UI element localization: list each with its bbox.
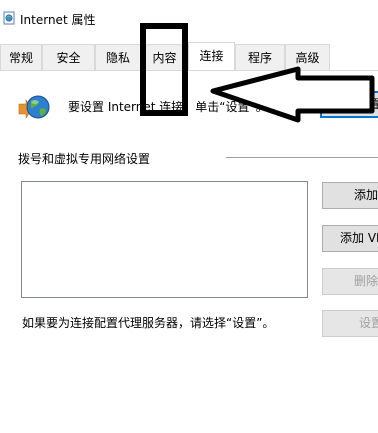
tab-general[interactable]: 常规 [0,44,42,70]
setup-instruction: 要设置 Internet 连接，单击“设置”。 [68,100,268,114]
add-button[interactable]: 添加 [322,182,378,209]
add-vpn-button[interactable]: 添加 VPN [322,225,378,252]
connections-list[interactable] [21,181,308,298]
tab-privacy[interactable]: 隐私 [95,44,141,70]
tab-security[interactable]: 安全 [42,44,95,70]
remove-button[interactable]: 删除 [322,268,378,295]
internet-options-icon [3,11,15,25]
tab-advanced[interactable]: 高级 [285,44,330,70]
lan-settings-button[interactable]: 设置 [322,310,378,337]
proxy-hint: 如果要为连接配置代理服务器，请选择“设置”。 [22,316,275,330]
tab-programs[interactable]: 程序 [235,44,285,70]
tab-divider [0,70,378,71]
tab-strip: 常规 安全 隐私 内容 程序 高级 连接 [0,42,378,71]
section-divider [226,157,378,158]
title-bar: Internet 属性 [0,0,378,36]
window-title: Internet 属性 [20,13,96,27]
dialup-vpn-section-label: 拨号和虚拟专用网络设置 [18,152,151,166]
tab-connections[interactable]: 连接 [188,42,235,71]
tab-content[interactable]: 内容 [141,44,188,70]
setup-button[interactable]: 设置 [320,91,378,118]
globe-network-icon [18,95,50,119]
